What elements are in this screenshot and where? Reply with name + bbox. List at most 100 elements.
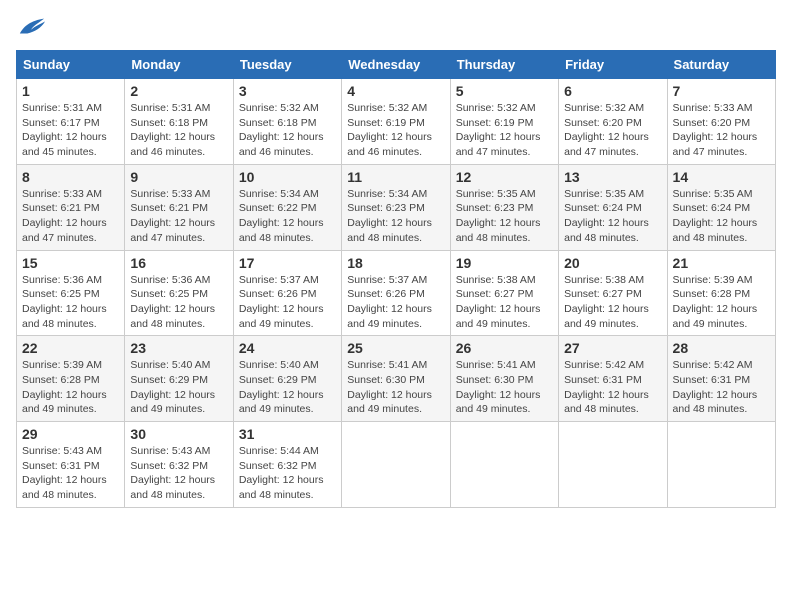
- day-info: Sunrise: 5:39 AMSunset: 6:28 PMDaylight:…: [22, 358, 119, 417]
- day-number: 29: [22, 426, 119, 442]
- day-number: 2: [130, 83, 227, 99]
- day-number: 27: [564, 340, 661, 356]
- calendar-cell: 11Sunrise: 5:34 AMSunset: 6:23 PMDayligh…: [342, 164, 450, 250]
- calendar-cell: 12 Sunrise: 5:35 AMSunset: 6:23 PMDayligh…: [450, 164, 558, 250]
- day-info: Sunrise: 5:36 AMSunset: 6:25 PMDaylight:…: [22, 273, 119, 332]
- day-info: Sunrise: 5:43 AMSunset: 6:32 PMDaylight:…: [130, 444, 227, 503]
- day-number: 17: [239, 255, 336, 271]
- day-info: Sunrise: 5:34 AMSunset: 6:22 PMDaylight:…: [239, 187, 336, 246]
- calendar-cell: 20Sunrise: 5:38 AMSunset: 6:27 PMDayligh…: [559, 250, 667, 336]
- day-number: 6: [564, 83, 661, 99]
- day-number: 3: [239, 83, 336, 99]
- day-info: Sunrise: 5:33 AMSunset: 6:20 PMDaylight:…: [673, 101, 770, 160]
- calendar-cell: 3 Sunrise: 5:32 AMSunset: 6:18 PMDaylight…: [233, 79, 341, 165]
- day-number: 31: [239, 426, 336, 442]
- day-number: 8: [22, 169, 119, 185]
- calendar-cell: 25Sunrise: 5:41 AMSunset: 6:30 PMDayligh…: [342, 336, 450, 422]
- calendar-cell: 30 Sunrise: 5:43 AMSunset: 6:32 PMDayligh…: [125, 422, 233, 508]
- calendar-day-header: Tuesday: [233, 51, 341, 79]
- day-info: Sunrise: 5:37 AMSunset: 6:26 PMDaylight:…: [239, 273, 336, 332]
- day-info: Sunrise: 5:41 AMSunset: 6:30 PMDaylight:…: [347, 358, 444, 417]
- calendar-cell: 28Sunrise: 5:42 AMSunset: 6:31 PMDayligh…: [667, 336, 775, 422]
- calendar-cell: 22 Sunrise: 5:39 AMSunset: 6:28 PMDayligh…: [17, 336, 125, 422]
- day-info: Sunrise: 5:36 AMSunset: 6:25 PMDaylight:…: [130, 273, 227, 332]
- calendar-day-header: Sunday: [17, 51, 125, 79]
- calendar-week-row: 29 Sunrise: 5:43 AMSunset: 6:31 PMDayligh…: [17, 422, 776, 508]
- calendar-cell: 7 Sunrise: 5:33 AMSunset: 6:20 PMDaylight…: [667, 79, 775, 165]
- calendar-cell: 14 Sunrise: 5:35 AMSunset: 6:24 PMDayligh…: [667, 164, 775, 250]
- day-info: Sunrise: 5:44 AMSunset: 6:32 PMDaylight:…: [239, 444, 336, 503]
- day-info: Sunrise: 5:40 AMSunset: 6:29 PMDaylight:…: [239, 358, 336, 417]
- day-info: Sunrise: 5:35 AMSunset: 6:24 PMDaylight:…: [564, 187, 661, 246]
- calendar-table: SundayMondayTuesdayWednesdayThursdayFrid…: [16, 50, 776, 508]
- day-info: Sunrise: 5:42 AMSunset: 6:31 PMDaylight:…: [564, 358, 661, 417]
- calendar-header-row: SundayMondayTuesdayWednesdayThursdayFrid…: [17, 51, 776, 79]
- day-number: 7: [673, 83, 770, 99]
- day-number: 23: [130, 340, 227, 356]
- calendar-week-row: 22 Sunrise: 5:39 AMSunset: 6:28 PMDayligh…: [17, 336, 776, 422]
- day-info: Sunrise: 5:43 AMSunset: 6:31 PMDaylight:…: [22, 444, 119, 503]
- day-number: 1: [22, 83, 119, 99]
- calendar-day-header: Monday: [125, 51, 233, 79]
- day-info: Sunrise: 5:32 AMSunset: 6:19 PMDaylight:…: [347, 101, 444, 160]
- calendar-cell: 19 Sunrise: 5:38 AMSunset: 6:27 PMDayligh…: [450, 250, 558, 336]
- calendar-cell: [667, 422, 775, 508]
- day-number: 22: [22, 340, 119, 356]
- calendar-cell: 21 Sunrise: 5:39 AMSunset: 6:28 PMDayligh…: [667, 250, 775, 336]
- day-info: Sunrise: 5:39 AMSunset: 6:28 PMDaylight:…: [673, 273, 770, 332]
- calendar-day-header: Friday: [559, 51, 667, 79]
- calendar-cell: 8 Sunrise: 5:33 AMSunset: 6:21 PMDaylight…: [17, 164, 125, 250]
- day-number: 15: [22, 255, 119, 271]
- calendar-cell: 31 Sunrise: 5:44 AMSunset: 6:32 PMDayligh…: [233, 422, 341, 508]
- day-number: 5: [456, 83, 553, 99]
- calendar-cell: 24 Sunrise: 5:40 AMSunset: 6:29 PMDayligh…: [233, 336, 341, 422]
- calendar-cell: 5 Sunrise: 5:32 AMSunset: 6:19 PMDaylight…: [450, 79, 558, 165]
- day-number: 9: [130, 169, 227, 185]
- day-info: Sunrise: 5:32 AMSunset: 6:19 PMDaylight:…: [456, 101, 553, 160]
- calendar-week-row: 15 Sunrise: 5:36 AMSunset: 6:25 PMDayligh…: [17, 250, 776, 336]
- logo-bird-icon: [18, 16, 46, 38]
- day-info: Sunrise: 5:32 AMSunset: 6:18 PMDaylight:…: [239, 101, 336, 160]
- calendar-cell: 10 Sunrise: 5:34 AMSunset: 6:22 PMDayligh…: [233, 164, 341, 250]
- day-number: 12: [456, 169, 553, 185]
- day-number: 14: [673, 169, 770, 185]
- calendar-cell: 26Sunrise: 5:41 AMSunset: 6:30 PMDayligh…: [450, 336, 558, 422]
- day-info: Sunrise: 5:38 AMSunset: 6:27 PMDaylight:…: [456, 273, 553, 332]
- day-number: 11: [347, 169, 444, 185]
- day-number: 13: [564, 169, 661, 185]
- day-info: Sunrise: 5:35 AMSunset: 6:24 PMDaylight:…: [673, 187, 770, 246]
- day-info: Sunrise: 5:31 AMSunset: 6:17 PMDaylight:…: [22, 101, 119, 160]
- calendar-cell: [450, 422, 558, 508]
- calendar-cell: [342, 422, 450, 508]
- calendar-cell: 15 Sunrise: 5:36 AMSunset: 6:25 PMDayligh…: [17, 250, 125, 336]
- day-number: 19: [456, 255, 553, 271]
- day-info: Sunrise: 5:35 AMSunset: 6:23 PMDaylight:…: [456, 187, 553, 246]
- day-number: 21: [673, 255, 770, 271]
- calendar-cell: 1 Sunrise: 5:31 AMSunset: 6:17 PMDaylight…: [17, 79, 125, 165]
- calendar-week-row: 8 Sunrise: 5:33 AMSunset: 6:21 PMDaylight…: [17, 164, 776, 250]
- calendar-cell: [559, 422, 667, 508]
- header: [16, 16, 776, 38]
- day-number: 16: [130, 255, 227, 271]
- day-number: 30: [130, 426, 227, 442]
- day-number: 4: [347, 83, 444, 99]
- calendar-cell: 29 Sunrise: 5:43 AMSunset: 6:31 PMDayligh…: [17, 422, 125, 508]
- day-info: Sunrise: 5:33 AMSunset: 6:21 PMDaylight:…: [22, 187, 119, 246]
- calendar-cell: 4 Sunrise: 5:32 AMSunset: 6:19 PMDaylight…: [342, 79, 450, 165]
- day-number: 24: [239, 340, 336, 356]
- calendar-cell: 6 Sunrise: 5:32 AMSunset: 6:20 PMDaylight…: [559, 79, 667, 165]
- calendar-cell: 23Sunrise: 5:40 AMSunset: 6:29 PMDayligh…: [125, 336, 233, 422]
- calendar-cell: 17 Sunrise: 5:37 AMSunset: 6:26 PMDayligh…: [233, 250, 341, 336]
- day-info: Sunrise: 5:31 AMSunset: 6:18 PMDaylight:…: [130, 101, 227, 160]
- calendar-cell: 18Sunrise: 5:37 AMSunset: 6:26 PMDayligh…: [342, 250, 450, 336]
- calendar-week-row: 1 Sunrise: 5:31 AMSunset: 6:17 PMDaylight…: [17, 79, 776, 165]
- calendar-day-header: Wednesday: [342, 51, 450, 79]
- calendar-cell: 13 Sunrise: 5:35 AMSunset: 6:24 PMDayligh…: [559, 164, 667, 250]
- day-info: Sunrise: 5:41 AMSunset: 6:30 PMDaylight:…: [456, 358, 553, 417]
- day-info: Sunrise: 5:37 AMSunset: 6:26 PMDaylight:…: [347, 273, 444, 332]
- logo: [16, 16, 46, 38]
- day-info: Sunrise: 5:32 AMSunset: 6:20 PMDaylight:…: [564, 101, 661, 160]
- calendar-cell: 27 Sunrise: 5:42 AMSunset: 6:31 PMDayligh…: [559, 336, 667, 422]
- day-number: 10: [239, 169, 336, 185]
- calendar-cell: 16 Sunrise: 5:36 AMSunset: 6:25 PMDayligh…: [125, 250, 233, 336]
